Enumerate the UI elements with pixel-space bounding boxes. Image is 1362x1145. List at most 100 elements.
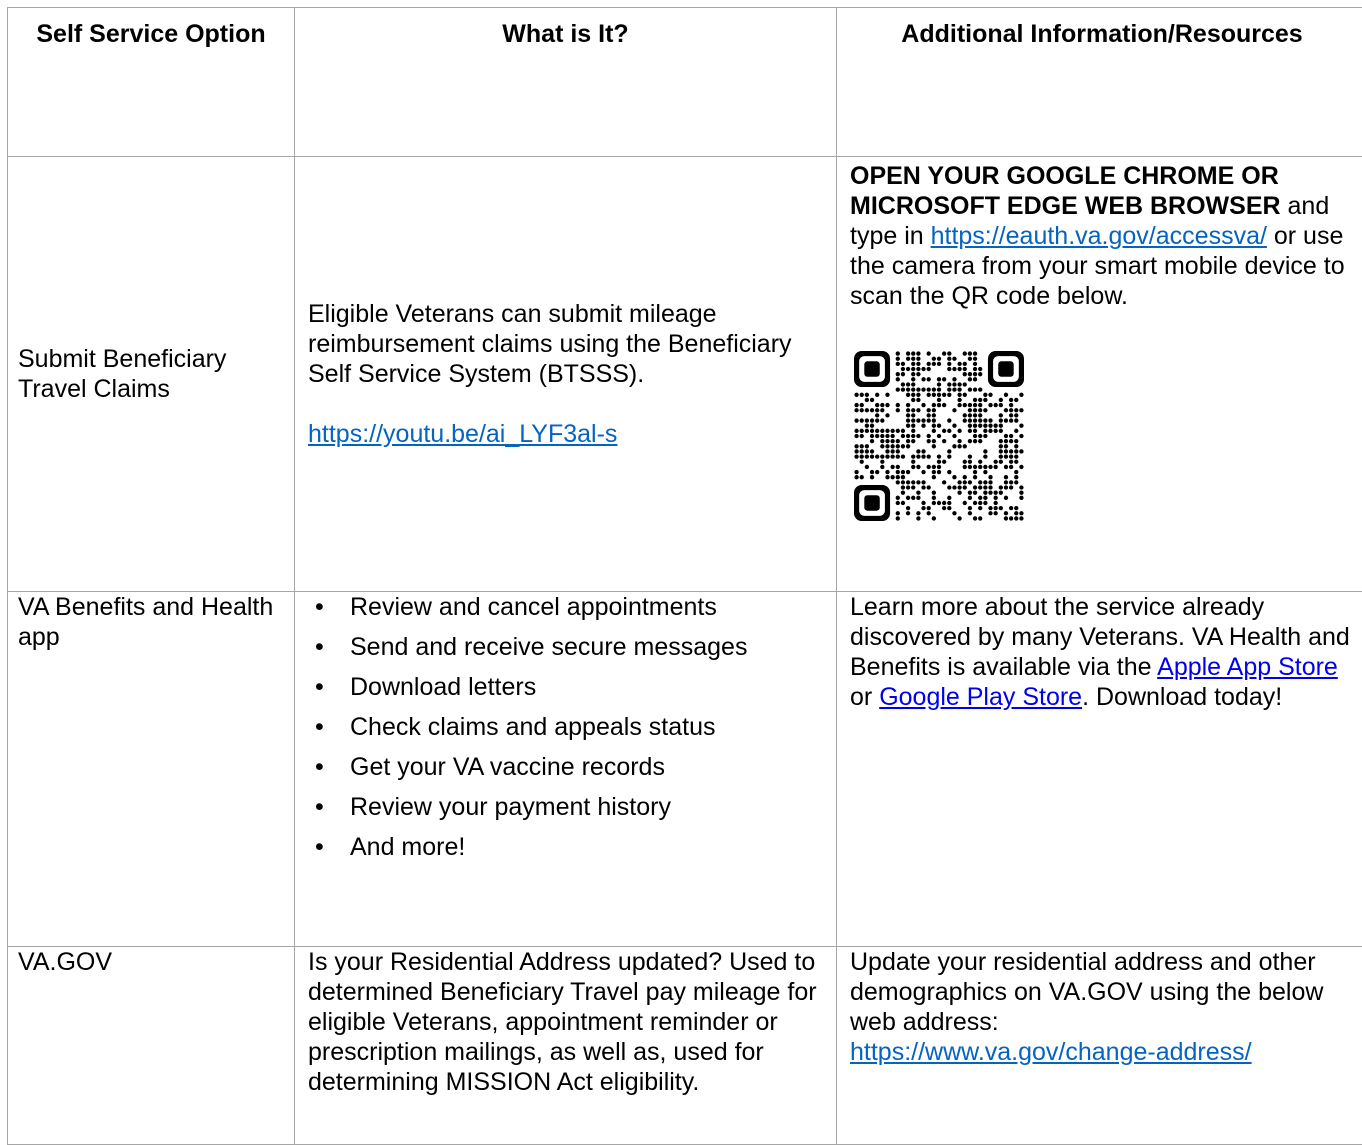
- qr-dot: [911, 496, 915, 500]
- qr-dot: [906, 367, 910, 371]
- qr-dot: [921, 501, 925, 505]
- qr-dot: [906, 496, 910, 500]
- qr-dot: [865, 429, 869, 433]
- row1-option: Submit Beneficiary Travel Claims: [8, 344, 294, 404]
- qr-dot: [921, 470, 925, 474]
- qr-dot: [854, 429, 858, 433]
- qr-dot: [1004, 516, 1008, 520]
- qr-dot: [890, 434, 894, 438]
- qr-dot: [1014, 516, 1018, 520]
- qr-dot: [927, 362, 931, 366]
- apple-app-store-link[interactable]: Apple App Store: [1157, 653, 1338, 681]
- qr-dot: [968, 418, 972, 422]
- qr-dot: [947, 449, 951, 453]
- qr-dot: [994, 511, 998, 515]
- qr-dot: [911, 424, 915, 428]
- header-what-is-it: What is It?: [295, 8, 837, 157]
- table-row: VA.GOV Is your Residential Address updat…: [8, 947, 1362, 1145]
- qr-dot: [875, 413, 879, 417]
- qr-dot: [860, 429, 864, 433]
- qr-dot: [968, 424, 972, 428]
- qr-dot: [973, 485, 977, 489]
- qr-dot: [921, 377, 925, 381]
- qr-dot: [968, 454, 972, 458]
- qr-dot: [978, 408, 982, 412]
- qr-dot: [1019, 491, 1023, 495]
- qr-dot: [968, 480, 972, 484]
- table-row: VA Benefits and Health app Review and ca…: [8, 592, 1362, 947]
- list-item: Review and cancel appointments: [295, 592, 836, 622]
- qr-dot: [916, 372, 920, 376]
- qr-dot: [937, 434, 941, 438]
- qr-dot: [927, 351, 931, 355]
- qr-dot: [896, 449, 900, 453]
- accessva-link[interactable]: https://eauth.va.gov/accessva/: [931, 222, 1267, 250]
- qr-dot: [937, 403, 941, 407]
- qr-dot: [963, 444, 967, 448]
- qr-dot: [937, 501, 941, 505]
- qr-dot: [968, 491, 972, 495]
- qr-dot: [875, 418, 879, 422]
- table-row: Submit Beneficiary Travel Claims Eligibl…: [8, 157, 1362, 592]
- qr-dot: [911, 418, 915, 422]
- row1-info-cell: OPEN YOUR GOOGLE CHROME OR MICROSOFT EDG…: [837, 157, 1362, 592]
- qr-dot: [890, 429, 894, 433]
- qr-dot: [973, 357, 977, 361]
- qr-dot: [916, 393, 920, 397]
- qr-dot: [957, 403, 961, 407]
- qr-dot: [901, 387, 905, 391]
- qr-dot: [890, 449, 894, 453]
- qr-dot: [988, 424, 992, 428]
- qr-dot: [957, 516, 961, 520]
- qr-dot: [906, 382, 910, 386]
- row3-option: VA.GOV: [8, 947, 294, 977]
- qr-dot: [968, 357, 972, 361]
- qr-dot: [973, 439, 977, 443]
- qr-dot: [906, 470, 910, 474]
- qr-dot: [906, 485, 910, 489]
- qr-dot: [978, 403, 982, 407]
- qr-dot: [968, 351, 972, 355]
- row2-option-cell: VA Benefits and Health app: [8, 592, 295, 947]
- qr-dot: [911, 408, 915, 412]
- qr-dot: [1009, 398, 1013, 402]
- qr-dot: [896, 387, 900, 391]
- change-address-link[interactable]: https://www.va.gov/change-address/: [850, 1038, 1252, 1066]
- qr-dot: [896, 465, 900, 469]
- qr-dot: [963, 465, 967, 469]
- qr-dot: [885, 439, 889, 443]
- qr-dot: [932, 413, 936, 417]
- qr-dot: [911, 480, 915, 484]
- qr-dot: [916, 496, 920, 500]
- qr-dot: [937, 382, 941, 386]
- qr-dot: [963, 460, 967, 464]
- qr-dot: [999, 460, 1003, 464]
- qr-dot: [854, 449, 858, 453]
- qr-dot: [901, 429, 905, 433]
- google-play-store-link[interactable]: Google Play Store: [879, 683, 1082, 711]
- qr-dot: [911, 372, 915, 376]
- qr-dot: [978, 398, 982, 402]
- qr-dot: [927, 393, 931, 397]
- qr-dot: [932, 418, 936, 422]
- qr-dot: [1004, 511, 1008, 515]
- btsss-video-link[interactable]: https://youtu.be/ai_LYF3al-s: [308, 420, 617, 448]
- qr-dot: [896, 454, 900, 458]
- qr-dot: [1009, 408, 1013, 412]
- qr-dot: [1014, 475, 1018, 479]
- qr-dot: [952, 377, 956, 381]
- qr-dot: [942, 403, 946, 407]
- row1-option-cell: Submit Beneficiary Travel Claims: [8, 157, 295, 592]
- qr-dot: [860, 403, 864, 407]
- row3-what-text: Is your Residential Address updated? Use…: [295, 947, 836, 1097]
- qr-dot: [978, 460, 982, 464]
- qr-dot: [968, 511, 972, 515]
- qr-dot: [947, 501, 951, 505]
- qr-dot: [968, 408, 972, 412]
- qr-dot: [957, 393, 961, 397]
- qr-dot: [901, 382, 905, 386]
- qr-dot: [968, 460, 972, 464]
- qr-dot: [994, 465, 998, 469]
- row1-what-cell: Eligible Veterans can submit mileage rei…: [295, 157, 837, 592]
- qr-dot: [921, 506, 925, 510]
